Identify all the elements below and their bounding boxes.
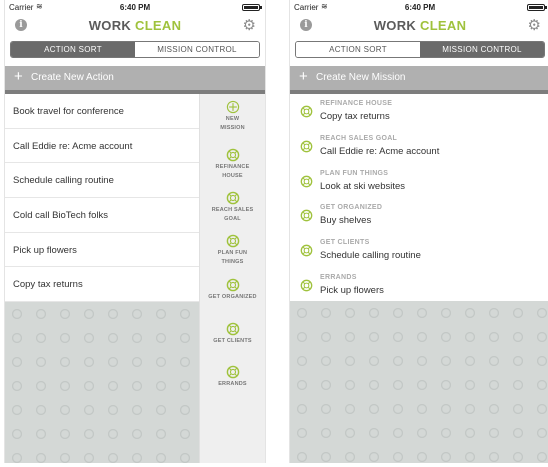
mission-list: REFINANCE HOUSE Copy tax returns REACH S… [290,94,548,303]
lifebuoy-icon [226,191,240,205]
plus-circle-icon [226,100,240,114]
action-row[interactable]: Pick up flowers [5,233,200,268]
sidebar-label: ERRANDS [218,381,247,387]
action-label: Copy tax returns [13,279,83,291]
empty-pattern-area [5,302,199,463]
tab-mission-control[interactable]: MISSION CONTROL [135,42,259,57]
mission-task: Call Eddie re: Acme account [320,145,440,157]
app-header: i WORK CLEAN ⚙ [290,14,548,40]
lifebuoy-icon [300,244,313,257]
action-label: Schedule calling routine [13,175,114,187]
action-label: Call Eddie re: Acme account [13,140,133,152]
mission-row[interactable]: REFINANCE HOUSE Copy tax returns [290,94,548,129]
tab-action-sort[interactable]: ACTION SORT [296,42,420,57]
action-row[interactable]: Schedule calling routine [5,163,200,199]
status-bar: Carrier ≋ 6:40 PM [290,0,548,14]
mission-category: GET CLIENTS [320,239,370,247]
mission-task: Schedule calling routine [320,250,421,262]
sidebar-item-plan-fun-things[interactable]: PLAN FUN THINGS [200,234,265,265]
mission-task: Buy shelves [320,215,372,227]
app-title-clean: CLEAN [420,18,467,33]
lifebuoy-icon [300,209,313,222]
battery-icon [527,4,547,11]
gear-icon[interactable]: ⚙ [528,16,541,34]
mission-row[interactable]: ERRANDS Pick up flowers [290,268,548,303]
tab-action-sort[interactable]: ACTION SORT [11,42,135,57]
action-label: Book travel for conference [13,106,124,117]
sidebar-item-refinance-house[interactable]: REFINANCE HOUSE [200,148,265,179]
lifebuoy-icon [226,278,240,292]
mission-task: Pick up flowers [320,284,384,296]
mission-category: PLAN FUN THINGS [320,169,389,177]
empty-pattern-area [290,301,548,463]
mission-sidebar: NEW MISSION REFINANCE HOUSE REACH SALES … [199,94,265,463]
sidebar-label: GET CLIENTS [213,338,252,344]
lifebuoy-icon [226,365,240,379]
lifebuoy-icon [226,234,240,248]
mission-row[interactable]: GET ORGANIZED Buy shelves [290,198,548,233]
sidebar-item-new-mission[interactable]: NEW MISSION [200,100,265,131]
status-time: 6:40 PM [404,3,436,12]
create-new-action-label: Create New Action [31,72,114,83]
sidebar-label: GOAL [224,215,241,222]
create-new-mission-label: Create New Mission [316,72,406,83]
lifebuoy-icon [300,140,313,153]
action-row[interactable]: Book travel for conference [5,94,200,129]
sidebar-label: REACH SALES [211,207,254,213]
plus-icon: + [14,68,23,85]
sidebar-label: THINGS [221,258,244,265]
mission-category: REFINANCE HOUSE [320,100,393,107]
sidebar-label: REFINANCE [215,164,250,170]
mission-row[interactable]: GET CLIENTS Schedule calling routine [290,233,548,268]
lifebuoy-icon [226,148,240,162]
sidebar-label: MISSION [220,124,245,131]
lifebuoy-icon [226,322,240,336]
plus-icon: + [299,68,308,85]
sidebar-item-errands[interactable]: ERRANDS [200,365,265,388]
mission-task: Copy tax returns [320,111,390,122]
action-label: Cold call BioTech folks [13,210,109,222]
action-row[interactable]: Cold call BioTech folks [5,198,200,233]
create-new-action-button[interactable]: + Create New Action [5,66,265,90]
app-title: WORK CLEAN [5,18,265,33]
view-segmented-control: ACTION SORT MISSION CONTROL [10,41,260,58]
create-new-mission-button[interactable]: + Create New Mission [290,66,548,90]
app-header: i WORK CLEAN ⚙ [5,14,265,40]
app-title-work: WORK [373,18,417,33]
view-segmented-control: ACTION SORT MISSION CONTROL [295,41,545,58]
phone-action-sort: Carrier ≋ 6:40 PM i WORK CLEAN ⚙ ACTION … [4,0,266,463]
sidebar-item-get-clients[interactable]: GET CLIENTS [200,322,265,345]
mission-category: ERRANDS [320,273,357,281]
app-title-clean: CLEAN [135,18,182,33]
phone-mission-control: Carrier ≋ 6:40 PM i WORK CLEAN ⚙ ACTION … [289,0,548,463]
status-bar: Carrier ≋ 6:40 PM [5,0,265,14]
lifebuoy-icon [300,105,313,118]
app-title: WORK CLEAN [290,18,548,33]
sidebar-label: PLAN FUN [217,250,248,256]
mission-category: REACH SALES GOAL [320,134,398,142]
sidebar-label: GET ORGANIZED [208,294,257,300]
status-time: 6:40 PM [119,3,151,12]
lifebuoy-icon [300,175,313,188]
sidebar-label: NEW [225,116,240,122]
tab-mission-control[interactable]: MISSION CONTROL [420,42,544,57]
app-title-work: WORK [88,18,132,33]
mission-row[interactable]: REACH SALES GOAL Call Eddie re: Acme acc… [290,129,548,164]
battery-icon [242,4,262,11]
sidebar-item-reach-sales-goal[interactable]: REACH SALES GOAL [200,191,265,222]
action-label: Pick up flowers [13,244,77,256]
action-row[interactable]: Copy tax returns [5,267,200,303]
gear-icon[interactable]: ⚙ [243,16,256,34]
action-row[interactable]: Call Eddie re: Acme account [5,129,200,164]
sidebar-label: HOUSE [222,172,243,179]
mission-category: GET ORGANIZED [320,204,383,212]
action-list: Book travel for conference Call Eddie re… [5,94,200,303]
mission-task: Look at ski websites [320,180,406,192]
lifebuoy-icon [300,279,313,292]
sidebar-item-get-organized[interactable]: GET ORGANIZED [200,278,265,301]
mission-row[interactable]: PLAN FUN THINGS Look at ski websites [290,164,548,199]
